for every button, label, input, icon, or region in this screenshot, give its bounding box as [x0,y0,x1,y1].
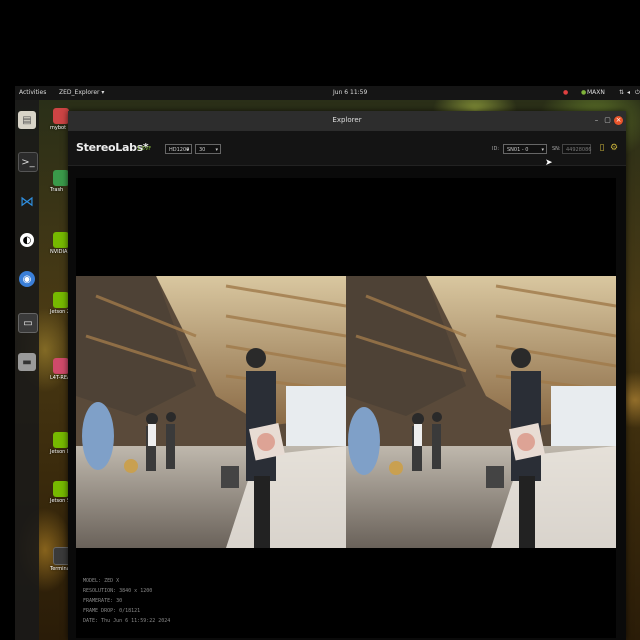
nvidia-logo-icon [53,232,69,248]
power-mode-label[interactable]: MAXN [587,89,605,96]
activities-button[interactable]: Activities [19,89,46,96]
network-icon[interactable]: ⇅ [619,89,624,96]
chevron-down-icon: ▾ [186,147,189,153]
id-label: ID: [492,146,500,152]
vscode-icon[interactable]: ⋈ [18,193,36,211]
right-camera-view [346,276,616,548]
info-framerate: FRAMERATE: 30 [83,598,123,604]
drive-icon [53,358,69,374]
info-model: MODEL: ZED X [83,578,120,584]
left-camera-view [76,276,346,548]
explorer-window: Explorer – ▢ × StereoLabs* 1.5VF HD1200 ▾… [68,111,626,640]
window-titlebar[interactable]: Explorer – ▢ × [68,111,626,131]
zed-explorer-icon[interactable]: ▭ [18,313,38,333]
mouse-cursor-icon: ➤ [545,158,553,168]
info-frame-drop: FRAME DROP: 0/18121 [83,608,141,614]
chevron-down-icon: ▾ [541,147,544,153]
folder-icon [53,108,69,124]
resolution-select[interactable]: HD1200 ▾ [165,144,192,154]
dock: ▤ >_ ⋈ ◐ ◉ ▭ ▬ [15,100,39,640]
chevron-down-icon: ▾ [215,147,218,153]
close-icon[interactable]: × [614,116,623,125]
chromium-icon[interactable]: ◉ [19,271,35,287]
camera-info-panel: MODEL: ZED X RESOLUTION: 3840 x 1200 FRA… [83,576,170,626]
terminal-icon[interactable]: >_ [18,152,38,172]
record-icon[interactable]: ▯ [596,142,608,154]
files-icon[interactable]: ▤ [18,111,36,129]
update-icon[interactable]: ● [563,89,568,96]
serial-number-field: 44928086 [562,144,591,154]
nvidia-logo-icon [53,432,69,448]
info-resolution: RESOLUTION: 3840 x 1200 [83,588,153,594]
maximize-icon[interactable]: ▢ [603,116,612,125]
nvidia-icon[interactable]: ● [581,89,586,96]
drive-icon[interactable]: ▬ [18,353,36,371]
clock[interactable]: Jun 6 11:59 [333,89,367,96]
window-title: Explorer [332,116,362,124]
minimize-icon[interactable]: – [592,116,601,125]
nvidia-logo-icon [53,481,69,497]
camera-select[interactable]: SN01 - 0 ▾ [503,144,547,154]
fps-select[interactable]: 30 ▾ [195,144,221,154]
info-date: DATE: Thu Jun 6 11:59:22 2024 [83,618,171,624]
trash-icon [53,170,69,186]
app-toolbar: StereoLabs* 1.5VF HD1200 ▾ 30 ▾ ID: SN01 -… [68,131,626,166]
nvidia-logo-icon [53,292,69,308]
version-label: 1.5VF [137,146,152,152]
app-menu[interactable]: ZED_Explorer ▾ [59,89,104,96]
sn-label: SN: [552,146,561,152]
power-icon[interactable]: ⏻ [635,89,640,97]
settings-gear-icon[interactable]: ⚙ [608,142,620,154]
top-bar: Activities ZED_Explorer ▾ Jun 6 11:59 ● … [15,86,640,100]
obs-icon[interactable]: ◐ [20,233,34,247]
camera-viewer: MODEL: ZED X RESOLUTION: 3840 x 1200 FRA… [76,178,616,638]
volume-icon[interactable]: ◂ [627,89,630,96]
